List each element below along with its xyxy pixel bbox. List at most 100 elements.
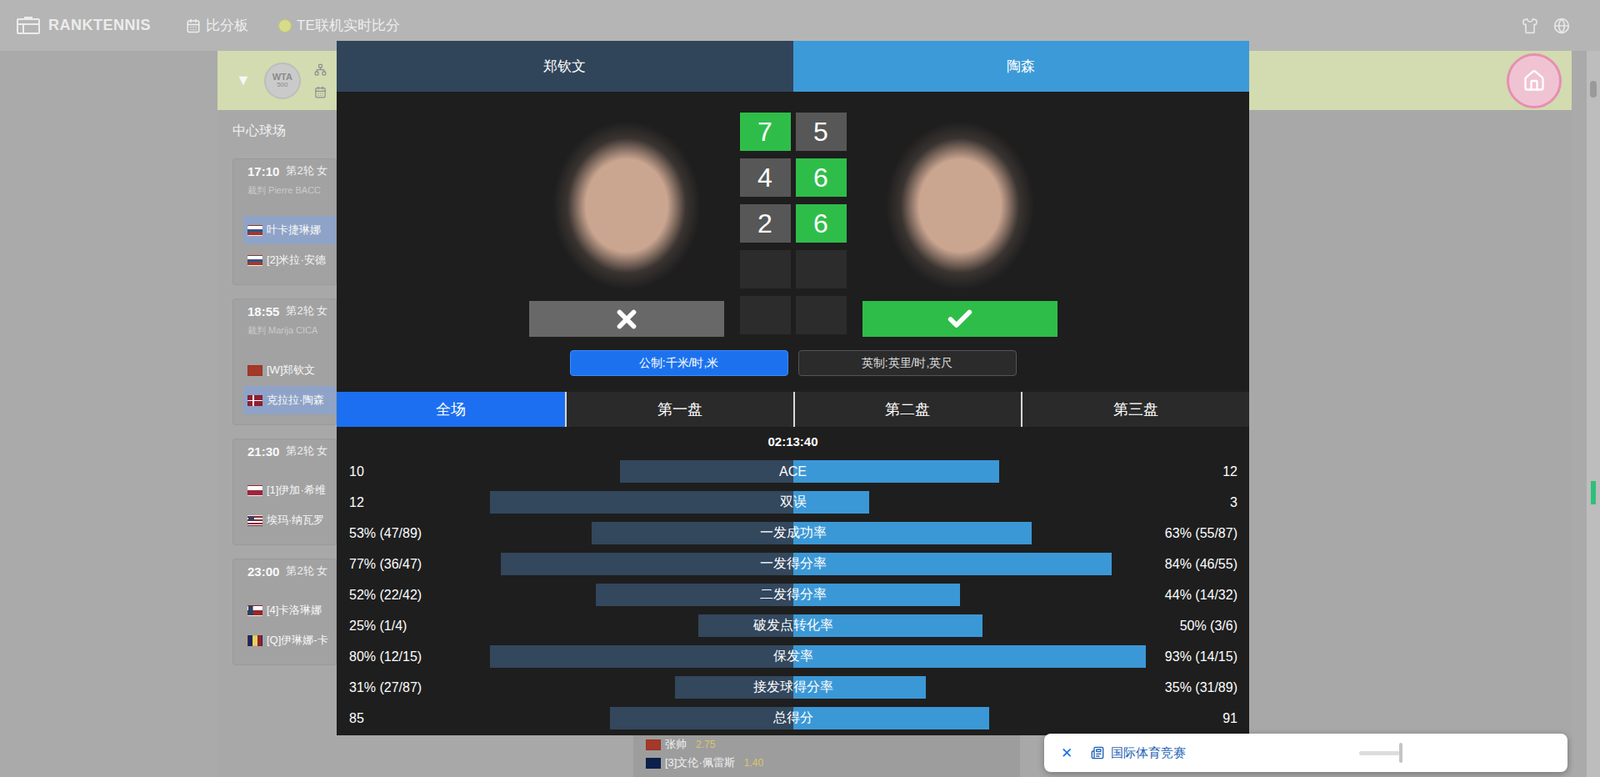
match-card[interactable]: 17:10第2轮 女裁判 Pierre BACC叶卡捷琳娜[2]米拉·安德 — [232, 158, 337, 285]
stat-bar-right — [793, 706, 990, 730]
nav-label: 比分板 — [205, 15, 249, 35]
set-tab[interactable]: 第三盘 — [1020, 391, 1250, 427]
stat-value-left: 10 — [336, 464, 365, 480]
match-players: 叶卡捷琳娜 [2]米拉·安德 — [243, 215, 336, 275]
nav-item[interactable]: 比分板 — [185, 15, 249, 35]
match-header: 21:30第2轮 女 — [243, 442, 336, 460]
stat-value-left: 31% (27/87) — [336, 680, 422, 695]
match-card[interactable]: 23:00 第2轮 女 [4]卡洛琳娜 [Q]伊琳娜-卡 — [232, 558, 337, 665]
set-score: 6 — [795, 158, 847, 197]
flag-icon — [247, 605, 263, 616]
event-logo — [1506, 53, 1562, 109]
flag-icon — [645, 739, 661, 750]
set-score — [795, 250, 847, 289]
set-scores: 754626 — [740, 112, 847, 335]
calendar-icon — [185, 18, 201, 34]
unit-button[interactable]: 公制:千米/时,米 — [570, 350, 789, 376]
player-row[interactable]: 克拉拉·陶森 — [243, 385, 336, 415]
scrollbar[interactable] — [1586, 50, 1600, 777]
unit-button[interactable]: 英制:英里/时,英尺 — [798, 350, 1017, 376]
stat-bar-left — [490, 490, 794, 514]
stat-bar-right — [793, 460, 1000, 483]
player-row[interactable]: [4]卡洛琳娜 — [243, 595, 336, 625]
stat-row: 123双误 — [336, 486, 1250, 518]
globe-icon[interactable] — [1553, 17, 1570, 35]
odds-row[interactable]: 张帅2.75 — [645, 735, 1020, 754]
logo[interactable]: RANKTENNIS — [16, 16, 151, 35]
flag-icon — [247, 365, 263, 376]
stat-row: 8591总得分 — [336, 702, 1250, 734]
player-name: 叶卡捷琳娜 — [266, 222, 321, 238]
match-round: 第2轮 女 — [285, 563, 328, 579]
player-name: 埃玛·纳瓦罗 — [266, 512, 325, 528]
stat-value-right: 84% (46/55) — [1165, 556, 1250, 572]
calendar-icon[interactable] — [314, 85, 327, 99]
indicator-bar — [1399, 742, 1403, 763]
match-card[interactable]: 18:55第2轮 女裁判 Marija CICA [W]郑钦文克拉拉·陶森 — [232, 298, 337, 425]
player-row[interactable]: 叶卡捷琳娜 — [243, 215, 336, 245]
draw-icon[interactable] — [314, 63, 327, 76]
close-button[interactable]: ✕ — [1060, 744, 1073, 762]
shirt-icon[interactable] — [1521, 17, 1539, 35]
stat-label: 二发得分率 — [760, 585, 827, 604]
flag-icon — [247, 255, 263, 266]
stat-value-right: 91 — [1222, 710, 1250, 726]
notification: ✕ 国际体育竞赛 — [1044, 733, 1568, 772]
wta-badge: WTA500 — [264, 62, 301, 100]
match-players: [W]郑钦文克拉拉·陶森 — [243, 355, 336, 415]
set-score: 7 — [740, 112, 791, 151]
expand-toggle[interactable]: ▼ — [235, 71, 251, 90]
set-tab[interactable]: 全场 — [336, 391, 565, 427]
odds-player: [3]文伦·佩雷斯 — [665, 755, 735, 770]
match-round: 第2轮 女 — [285, 303, 328, 319]
unit-switch: 公制:千米/时,米英制:英里/时,英尺 — [336, 350, 1250, 376]
stat-label: 一发成功率 — [760, 524, 827, 542]
stat-row: 10 12 ACE — [336, 455, 1250, 487]
scrollbar-thumb[interactable] — [1590, 80, 1597, 98]
scoreboard: 754626 — [336, 91, 1250, 337]
odds-card: 张帅2.75[3]文伦·佩雷斯1.40 — [633, 731, 1020, 777]
flag-icon — [645, 757, 661, 769]
player-name: 克拉拉·陶森 — [266, 392, 325, 408]
match-players: [4]卡洛琳娜 [Q]伊琳娜-卡 — [243, 595, 336, 655]
player-name: [1]伊加·希维 — [266, 482, 326, 498]
tennis-ball-icon — [278, 19, 292, 33]
stat-bar-right — [793, 645, 1146, 668]
player-row[interactable]: 埃玛·纳瓦罗 — [243, 505, 336, 535]
player-row[interactable]: [W]郑钦文 — [243, 355, 336, 385]
stat-value-left: 12 — [336, 495, 365, 510]
match-time: 23:00 — [247, 564, 280, 579]
notification-text[interactable]: 国际体育竞赛 — [1110, 745, 1186, 761]
nav-item[interactable]: TE联机实时比分 — [278, 15, 400, 35]
player-name: [4]卡洛琳娜 — [266, 602, 322, 618]
stat-value-right: 50% (3/6) — [1180, 618, 1250, 634]
player-row[interactable]: [1]伊加·希维 — [243, 475, 336, 505]
court-column: 中心球场17:10第2轮 女裁判 Pierre BACC叶卡捷琳娜[2]米拉·安… — [232, 116, 337, 777]
stat-row: 52% (22/42)44% (14/32)二发得分率 — [336, 579, 1250, 610]
match-players: [1]伊加·希维埃玛·纳瓦罗 — [243, 475, 336, 535]
stat-label: ACE — [779, 464, 807, 480]
court-title: 中心球场 — [232, 116, 337, 145]
player-photo — [862, 117, 1058, 301]
player-row[interactable]: [Q]伊琳娜-卡 — [243, 625, 336, 655]
stat-value-right: 12 — [1222, 464, 1250, 480]
stat-value-left: 85 — [336, 710, 365, 726]
flag-icon — [247, 395, 263, 406]
set-tab[interactable]: 第二盘 — [793, 391, 1022, 427]
stat-value-left: 77% (36/47) — [336, 556, 422, 572]
stat-bar-left — [500, 552, 793, 575]
stat-bar-left — [620, 460, 793, 483]
match-umpire: 裁判 Marija CICA — [243, 324, 336, 340]
match-header: 18:55第2轮 女 — [243, 302, 336, 320]
odds-row[interactable]: [3]文伦·佩雷斯1.40 — [645, 753, 1020, 772]
stat-bar-left — [490, 645, 794, 668]
set-tab[interactable]: 第一盘 — [565, 391, 794, 427]
match-card[interactable]: 21:30第2轮 女 [1]伊加·希维埃玛·纳瓦罗 — [232, 438, 337, 545]
stat-value-left: 52% (22/42) — [336, 587, 422, 603]
dialog-header: 郑钦文陶森 — [336, 40, 1250, 92]
set-score: 6 — [795, 204, 847, 243]
match-time: 17:10 — [247, 164, 280, 179]
badge-name: WTA — [272, 72, 293, 82]
stat-value-right: 35% (31/89) — [1165, 680, 1250, 695]
player-row[interactable]: [2]米拉·安德 — [243, 245, 336, 275]
